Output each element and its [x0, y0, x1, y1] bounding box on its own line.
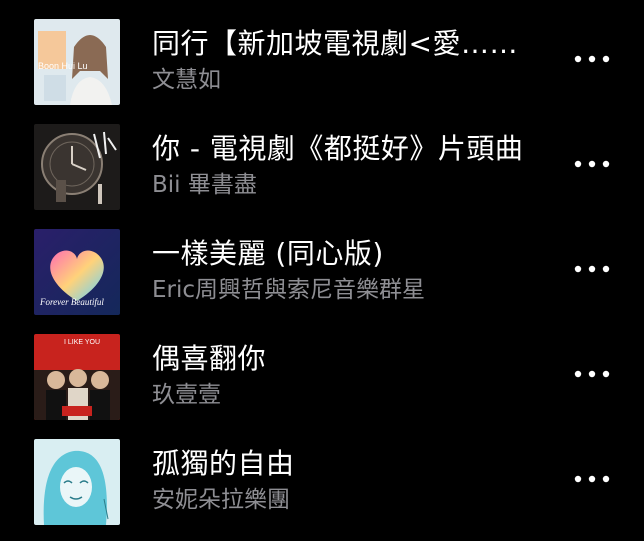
ellipsis-horizontal-icon: [574, 55, 610, 63]
cover-text: Forever Beautiful: [39, 297, 104, 307]
more-options-button[interactable]: [568, 149, 616, 179]
more-options-button[interactable]: [568, 464, 616, 494]
song-title: 孤獨的自由: [152, 447, 295, 480]
ellipsis-horizontal-icon: [574, 370, 610, 378]
album-cover-art: [34, 124, 120, 210]
ellipsis-horizontal-icon: [574, 160, 610, 168]
song-row[interactable]: Boon Hui Lu 同行【新加坡電視劇<愛…… 文慧如: [0, 0, 644, 105]
cover-text: Boon Hui Lu: [38, 61, 88, 71]
cover-text: I LIKE YOU: [64, 339, 100, 346]
more-options-button[interactable]: [568, 254, 616, 284]
song-row[interactable]: I LIKE YOU 偶喜翻你 玖壹壹: [0, 315, 644, 420]
song-row[interactable]: Forever Beautiful 一樣美麗 (同心版) Eric周興哲與索尼音…: [0, 210, 644, 315]
album-cover[interactable]: [34, 124, 120, 210]
album-cover[interactable]: [34, 439, 120, 525]
song-artist: Bii 畢書盡: [152, 172, 257, 198]
song-row[interactable]: 孤獨的自由 安妮朵拉樂團: [0, 420, 644, 525]
album-cover-art: I LIKE YOU: [34, 334, 120, 420]
song-artist: 文慧如: [152, 67, 221, 93]
album-cover-art: Boon Hui Lu: [34, 19, 120, 105]
album-cover[interactable]: Boon Hui Lu: [34, 19, 120, 105]
song-artist: Eric周興哲與索尼音樂群星: [152, 277, 426, 303]
album-cover-art: [34, 439, 120, 525]
song-title: 你 - 電視劇《都挺好》片頭曲: [152, 132, 524, 165]
ellipsis-horizontal-icon: [574, 265, 610, 273]
song-title: 同行【新加坡電視劇<愛……: [152, 27, 518, 60]
song-list: Boon Hui Lu 同行【新加坡電視劇<愛…… 文慧如 你 - 電視劇《都挺…: [0, 0, 644, 541]
album-cover[interactable]: I LIKE YOU: [34, 334, 120, 420]
album-cover[interactable]: Forever Beautiful: [34, 229, 120, 315]
song-title: 偶喜翻你: [152, 342, 267, 375]
song-artist: 玖壹壹: [152, 382, 221, 408]
album-cover-art: Forever Beautiful: [34, 229, 120, 315]
more-options-button[interactable]: [568, 359, 616, 389]
song-row[interactable]: 你 - 電視劇《都挺好》片頭曲 Bii 畢書盡: [0, 105, 644, 210]
song-artist: 安妮朵拉樂團: [152, 487, 290, 513]
ellipsis-horizontal-icon: [574, 475, 610, 483]
song-title: 一樣美麗 (同心版): [152, 237, 384, 270]
more-options-button[interactable]: [568, 44, 616, 74]
